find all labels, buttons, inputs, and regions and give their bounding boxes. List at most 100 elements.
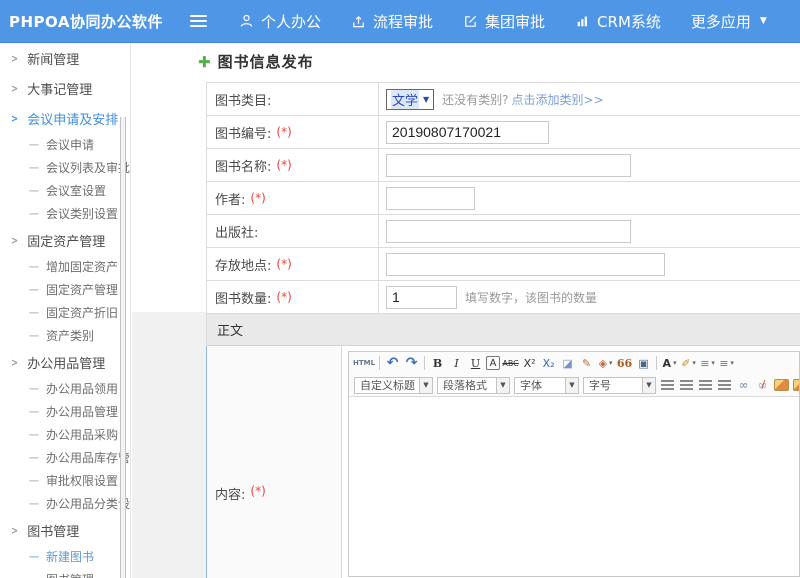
italic-button[interactable]: I — [448, 354, 465, 372]
sidebar-item-4-3[interactable]: 一办公用品库存管理 — [0, 446, 130, 469]
html-source-button[interactable]: HTML — [353, 354, 375, 372]
format-painter-button[interactable]: ✎ — [578, 354, 595, 372]
sidebar-item-2-1[interactable]: 一会议列表及审批 — [0, 156, 130, 179]
required-marker: (*) — [250, 484, 265, 498]
sidebar-group-label: 新闻管理 — [27, 49, 79, 68]
book-title-input[interactable] — [386, 154, 631, 177]
color-palette-button[interactable]: ◈▾ — [597, 354, 614, 372]
sidebar-item-4-1[interactable]: 一办公用品管理 — [0, 400, 130, 423]
align-justify-button[interactable] — [716, 376, 733, 394]
sidebar-group-0[interactable]: >新闻管理 — [0, 43, 130, 73]
sidebar-item-2-2[interactable]: 一会议室设置 — [0, 179, 130, 202]
align-center-button[interactable] — [678, 376, 695, 394]
insert-image-plus-button[interactable]: + — [792, 376, 799, 394]
redo-button[interactable]: ↷ — [403, 354, 420, 372]
nav-label: 流程审批 — [373, 11, 433, 32]
process-icon — [351, 14, 366, 29]
dash-icon: 一 — [29, 427, 39, 442]
editor-content-area[interactable] — [349, 397, 799, 576]
dash-icon: 一 — [29, 282, 39, 297]
storage-place-input[interactable] — [386, 253, 665, 276]
sidebar-scrollbar[interactable] — [120, 117, 126, 578]
superscript-button[interactable]: X² — [521, 354, 538, 372]
publisher-input[interactable] — [386, 220, 631, 243]
font-color-button[interactable]: A▾ — [661, 354, 678, 372]
sidebar-item-label: 图书管理 — [46, 571, 94, 578]
required-marker: (*) — [250, 191, 265, 205]
sidebar-group-4[interactable]: >办公用品管理 — [0, 347, 130, 377]
sidebar-item-4-0[interactable]: 一办公用品领用 — [0, 377, 130, 400]
editor-toolbar-row2: 自定义标题▼段落格式▼字体▼字号▼∞∞/+ — [349, 374, 799, 396]
chevron-right-icon: > — [11, 234, 18, 247]
sidebar-group-5[interactable]: >图书管理 — [0, 515, 130, 545]
field-label: 作者: — [215, 189, 245, 208]
sidebar-item-4-5[interactable]: 一办公用品分类设置 — [0, 492, 130, 515]
font-frame-button[interactable]: A — [486, 356, 500, 370]
paste-word-button[interactable]: ▣ — [635, 354, 652, 372]
caret-down-icon: ▾ — [730, 359, 734, 367]
dash-icon: 一 — [29, 450, 39, 465]
dropdown-label: 字号 — [584, 377, 642, 393]
toolbar-separator — [424, 356, 425, 370]
sidebar-item-3-1[interactable]: 一固定资产管理 — [0, 278, 130, 301]
bold-button[interactable]: B — [429, 354, 446, 372]
caret-down-icon: ▼ — [565, 378, 578, 393]
hamburger-menu-icon[interactable] — [190, 15, 207, 27]
subscript-button[interactable]: X₂ — [540, 354, 557, 372]
strikethrough-button[interactable]: ABC — [502, 354, 519, 372]
font-size-select[interactable]: 字号▼ — [583, 377, 656, 394]
blockquote-button[interactable]: 66 — [616, 354, 633, 372]
ordered-list-button[interactable]: ≡▾ — [699, 354, 716, 372]
font-family-select[interactable]: 字体▼ — [514, 377, 579, 394]
paragraph-format-select[interactable]: 段落格式▼ — [437, 377, 510, 394]
sidebar-item-3-0[interactable]: 一增加固定资产 — [0, 255, 130, 278]
sidebar-group-label: 固定资产管理 — [27, 231, 105, 250]
sidebar-item-4-2[interactable]: 一办公用品采购 — [0, 423, 130, 446]
sidebar-group-3[interactable]: > 固定资产管理 — [0, 225, 130, 255]
section-header-body: 正文 — [207, 314, 800, 346]
sidebar-item-3-2[interactable]: 一固定资产折旧 — [0, 301, 130, 324]
caret-down-icon: ▾ — [609, 359, 613, 367]
nav-process-approval[interactable]: 流程审批 — [351, 11, 433, 32]
author-input[interactable] — [386, 187, 475, 210]
align-right-button[interactable] — [697, 376, 714, 394]
required-marker: (*) — [276, 158, 291, 172]
link-button[interactable]: ∞ — [735, 376, 752, 394]
book-code-input[interactable] — [386, 121, 549, 144]
caret-down-icon: ▼ — [642, 378, 655, 393]
sidebar-item-3-3[interactable]: 一资产类别 — [0, 324, 130, 347]
editor-toolbar-row1: HTML↶↷BIUAABCX²X₂◪✎◈▾66▣A▾✐▾≡▾≡▾ — [349, 352, 799, 374]
nav-crm-system[interactable]: CRM系统 — [575, 11, 661, 32]
nav-more-apps[interactable]: 更多应用▼ — [691, 11, 767, 32]
sidebar-group-2[interactable]: >会议申请及安排 — [0, 103, 130, 133]
sidebar-group-1[interactable]: >大事记管理 — [0, 73, 130, 103]
nav-group-approval[interactable]: 集团审批 — [463, 11, 545, 32]
underline-button[interactable]: U — [467, 354, 484, 372]
field-value-cell: 文学▼还没有类别?点击添加类别>> — [379, 83, 800, 115]
dropdown-label: 段落格式 — [438, 377, 496, 393]
add-category-link[interactable]: 点击添加类别>> — [512, 91, 604, 108]
custom-title-select[interactable]: 自定义标题▼ — [354, 377, 433, 394]
highlight-pen-button[interactable]: ✐▾ — [680, 354, 697, 372]
sidebar-item-4-4[interactable]: 一审批权限设置 — [0, 469, 130, 492]
required-marker: (*) — [276, 290, 291, 304]
insert-image-button[interactable] — [773, 376, 790, 394]
sidebar-item-5-1[interactable]: 一图书管理 — [0, 568, 130, 578]
unlink-button[interactable]: ∞/ — [754, 376, 771, 394]
link-icon: ∞ — [739, 378, 749, 392]
nav-personal-office[interactable]: 个人办公 — [239, 11, 321, 32]
align-left-button[interactable] — [659, 376, 676, 394]
sidebar-item-2-0[interactable]: 一会议申请 — [0, 133, 130, 156]
eraser-button[interactable]: ◪ — [559, 354, 576, 372]
book-quantity-input[interactable] — [386, 286, 457, 309]
caret-down-icon: ▼ — [760, 16, 767, 26]
undo-button[interactable]: ↶ — [384, 354, 401, 372]
sidebar-group-label: 会议申请及安排 — [27, 109, 118, 128]
sidebar-item-label: 审批权限设置 — [46, 472, 118, 489]
book-category-select[interactable]: 文学▼ — [386, 89, 434, 110]
sidebar-item-label: 会议列表及审批 — [46, 159, 130, 176]
unordered-list-button[interactable]: ≡▾ — [718, 354, 735, 372]
sidebar-item-2-3[interactable]: 一会议类别设置 — [0, 202, 130, 225]
bar-chart-icon — [575, 14, 590, 28]
sidebar-item-5-0[interactable]: 一新建图书 — [0, 545, 130, 568]
